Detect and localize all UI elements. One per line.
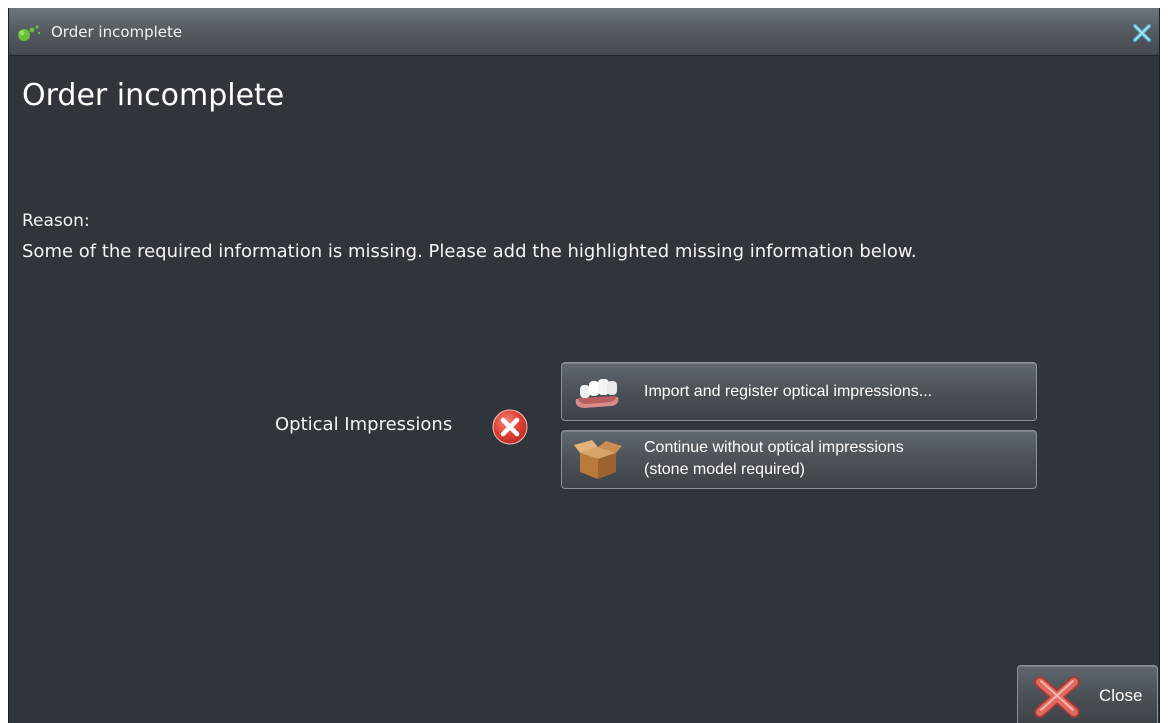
close-button[interactable]: Close — [1017, 665, 1158, 723]
continue-button-line2: (stone model required) — [644, 461, 805, 478]
page-title: Order incomplete — [22, 78, 285, 113]
continue-button-line1: Continue without optical impressions — [644, 439, 904, 456]
continue-button-label: Continue without optical impressions (st… — [644, 437, 904, 481]
import-optical-impressions-button[interactable]: Import and register optical impressions.… — [561, 362, 1037, 421]
window-title: Order incomplete — [51, 23, 183, 41]
dialog-window: Order incomplete Order incomplete Reason… — [8, 8, 1160, 723]
box-icon — [574, 440, 622, 479]
close-button-label: Close — [1099, 686, 1143, 705]
optical-impressions-label: Optical Impressions — [275, 414, 453, 435]
teeth-icon — [575, 379, 619, 408]
reason-label: Reason: — [22, 211, 90, 231]
title-close-icon[interactable] — [1131, 22, 1153, 44]
reason-text: Some of the required information is miss… — [22, 241, 917, 262]
continue-without-impressions-button[interactable]: Continue without optical impressions (st… — [561, 430, 1037, 489]
close-x-icon — [1034, 676, 1080, 718]
app-logo-icon — [18, 25, 41, 41]
title-bar[interactable]: Order incomplete — [9, 8, 1159, 56]
error-status-icon — [492, 409, 528, 445]
import-button-label: Import and register optical impressions.… — [644, 383, 933, 400]
